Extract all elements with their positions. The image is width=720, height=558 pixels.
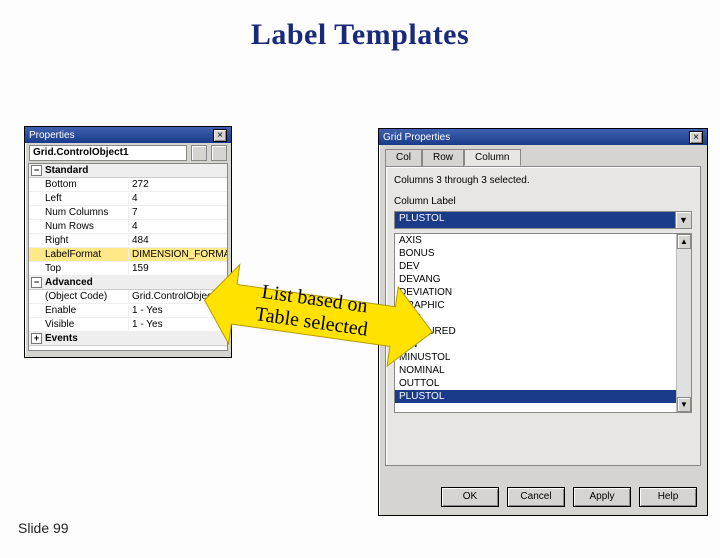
scroll-down-icon[interactable]: ▼ <box>677 397 691 412</box>
property-name: Num Rows <box>29 221 128 232</box>
category-name: Events <box>45 333 78 344</box>
tab-bar: ColRowColumn <box>385 149 701 166</box>
property-value[interactable]: 7 <box>128 207 227 218</box>
category-header[interactable]: −Standard <box>29 164 227 178</box>
property-name: Enable <box>29 305 128 316</box>
slide-number: Slide 99 <box>18 520 69 536</box>
property-name: Left <box>29 193 128 204</box>
properties-toolbar: Grid.ControlObject1 <box>25 143 231 163</box>
tab-col[interactable]: Col <box>385 149 422 166</box>
scroll-up-icon[interactable]: ▲ <box>677 234 691 249</box>
combo-value: PLUSTOL <box>394 211 676 229</box>
property-row[interactable]: Visible1 - Yes <box>29 318 227 332</box>
property-name: Top <box>29 263 128 274</box>
property-value[interactable]: 4 <box>128 193 227 204</box>
toolbar-button-1[interactable] <box>191 145 207 161</box>
list-item[interactable]: MAX <box>395 312 676 325</box>
property-name: Visible <box>29 319 128 330</box>
category-name: Standard <box>45 165 88 176</box>
property-value[interactable]: 484 <box>128 235 227 246</box>
dialog-button-row: OK Cancel Apply Help <box>379 487 707 507</box>
column-label-listbox[interactable]: AXISBONUSDEVDEVANGDEVIATIONGRAPHICMAXMEA… <box>394 233 692 413</box>
tab-row[interactable]: Row <box>422 149 464 166</box>
toolbar-button-2[interactable] <box>211 145 227 161</box>
list-item[interactable]: AXIS <box>395 234 676 247</box>
property-row[interactable]: Right484 <box>29 234 227 248</box>
list-item[interactable]: GRAPHIC <box>395 299 676 312</box>
property-name: Right <box>29 235 128 246</box>
properties-title-text: Properties <box>29 130 75 141</box>
property-name: LabelFormat <box>29 249 128 260</box>
property-name: (Object Code) <box>29 291 128 302</box>
object-selector[interactable]: Grid.ControlObject1 <box>29 145 187 161</box>
list-item[interactable]: DEV <box>395 260 676 273</box>
apply-button[interactable]: Apply <box>573 487 631 507</box>
properties-grid: −StandardBottom272Left4Num Columns7Num R… <box>28 163 228 351</box>
grid-properties-titlebar: Grid Properties × <box>379 129 707 145</box>
property-row[interactable]: Bottom272 <box>29 178 227 192</box>
property-row[interactable]: Top159 <box>29 262 227 276</box>
property-row[interactable]: Left4 <box>29 192 227 206</box>
property-row[interactable]: (Object Code)Grid.ControlObject1 <box>29 290 227 304</box>
minus-icon[interactable]: − <box>31 165 42 176</box>
list-item[interactable]: MEASURED <box>395 325 676 338</box>
property-name: Bottom <box>29 179 128 190</box>
category-name: Advanced <box>45 277 93 288</box>
property-row[interactable]: Enable1 - Yes <box>29 304 227 318</box>
property-row[interactable]: LabelFormatDIMENSION_FORMAT <box>29 248 227 262</box>
scrollbar[interactable]: ▲ ▼ <box>676 234 691 412</box>
plus-icon[interactable]: + <box>31 333 42 344</box>
minus-icon[interactable]: − <box>31 277 42 288</box>
ok-button[interactable]: OK <box>441 487 499 507</box>
close-icon[interactable]: × <box>213 129 227 142</box>
chevron-down-icon[interactable]: ▼ <box>676 211 692 229</box>
column-label-combo[interactable]: PLUSTOL ▼ <box>394 211 692 229</box>
section-label: Column Label <box>394 196 692 207</box>
list-item[interactable]: OUTTOL <box>395 377 676 390</box>
listbox-items: AXISBONUSDEVDEVANGDEVIATIONGRAPHICMAXMEA… <box>395 234 676 412</box>
list-item[interactable]: NOMINAL <box>395 364 676 377</box>
property-value[interactable]: 272 <box>128 179 227 190</box>
list-item[interactable]: MIN <box>395 338 676 351</box>
category-header[interactable]: −Advanced <box>29 276 227 290</box>
properties-titlebar: Properties × <box>25 127 231 143</box>
page-title: Label Templates <box>0 18 720 52</box>
property-row[interactable]: Num Columns7 <box>29 206 227 220</box>
list-item[interactable]: MINUSTOL <box>395 351 676 364</box>
selection-status: Columns 3 through 3 selected. <box>394 175 692 186</box>
list-item[interactable]: BONUS <box>395 247 676 260</box>
tab-column[interactable]: Column <box>464 149 520 166</box>
property-row[interactable]: Num Rows4 <box>29 220 227 234</box>
property-name: Num Columns <box>29 207 128 218</box>
cancel-button[interactable]: Cancel <box>507 487 565 507</box>
property-value[interactable]: 4 <box>128 221 227 232</box>
grid-properties-title-text: Grid Properties <box>383 132 450 143</box>
close-icon[interactable]: × <box>689 131 703 144</box>
list-item[interactable]: PLUSTOL <box>395 390 676 403</box>
help-button[interactable]: Help <box>639 487 697 507</box>
